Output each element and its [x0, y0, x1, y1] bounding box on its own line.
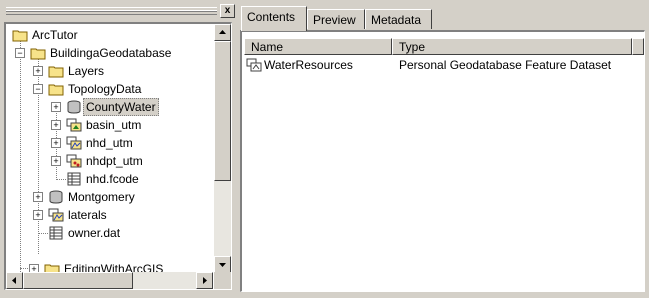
list-item[interactable]: WaterResources Personal Geodatabase Feat…: [246, 56, 641, 74]
tree-item-label: TopologyData: [68, 82, 142, 96]
catalog-tree: ArcTutor − BuildingaGeodatabase + Layers…: [4, 22, 232, 290]
expand-icon[interactable]: +: [33, 66, 43, 76]
expand-icon[interactable]: +: [51, 138, 61, 148]
expand-icon[interactable]: +: [33, 192, 43, 202]
coverage-icon: [66, 118, 82, 132]
column-header-spacer: [632, 38, 644, 55]
scroll-thumb[interactable]: [23, 272, 133, 289]
column-header-name[interactable]: Name: [244, 38, 392, 55]
personal-geodatabase-icon: [48, 190, 64, 204]
coverage-icon: [66, 136, 82, 150]
tree-item-nhdpt-utm[interactable]: + nhdpt_utm: [6, 152, 216, 170]
catalog-tree-panel: x ArcTutor − BuildingaGeodatabase + Laye…: [0, 0, 235, 298]
tree-item-arctutor[interactable]: ArcTutor: [6, 26, 216, 44]
item-name: WaterResources: [264, 58, 353, 72]
vertical-scrollbar[interactable]: [214, 24, 231, 273]
contents-list: Name Type WaterResources Personal Geodat…: [240, 30, 645, 292]
tab-metadata[interactable]: Metadata: [365, 9, 432, 29]
catalog-contents-panel: Contents Preview Metadata Name Type Wate…: [239, 0, 649, 298]
item-type: Personal Geodatabase Feature Dataset: [399, 58, 612, 72]
tree-item-topologydata[interactable]: − TopologyData: [6, 80, 216, 98]
expand-icon[interactable]: +: [51, 102, 61, 112]
feature-dataset-icon: [246, 58, 262, 72]
personal-geodatabase-icon: [66, 100, 82, 114]
tree-item-owner-dat[interactable]: owner.dat: [6, 224, 216, 242]
expand-icon[interactable]: +: [51, 156, 61, 166]
tree-item-label: nhdpt_utm: [86, 154, 143, 168]
tree-item-nhd-fcode[interactable]: nhd.fcode: [6, 170, 216, 188]
scroll-right-button[interactable]: [196, 272, 213, 289]
scrollbar-corner: [214, 272, 231, 289]
collapse-icon[interactable]: −: [15, 48, 25, 58]
folder-icon: [48, 64, 64, 78]
tree-item-label: nhd.fcode: [86, 172, 139, 186]
tree-item-label: ArcTutor: [32, 28, 78, 42]
tree-item-nhd-utm[interactable]: + nhd_utm: [6, 134, 216, 152]
coverage-icon: [66, 154, 82, 168]
panel-grip[interactable]: [6, 7, 217, 15]
scroll-left-button[interactable]: [6, 272, 23, 289]
collapse-icon[interactable]: −: [33, 84, 43, 94]
scroll-up-button[interactable]: [214, 24, 231, 41]
tree-item-label: CountyWater: [83, 98, 159, 116]
table-icon: [66, 172, 82, 186]
tree-item-countywater[interactable]: + CountyWater: [6, 98, 216, 116]
tree-item-basin-utm[interactable]: + basin_utm: [6, 116, 216, 134]
tab-preview[interactable]: Preview: [307, 9, 365, 29]
expand-icon[interactable]: +: [33, 210, 43, 220]
tree-item-label: basin_utm: [86, 118, 142, 132]
tree-item-label: owner.dat: [68, 226, 121, 240]
tree-item-label: laterals: [68, 208, 107, 222]
tree-item-label: BuildingaGeodatabase: [50, 46, 172, 60]
tree-item-montgomery[interactable]: + Montgomery: [6, 188, 216, 206]
column-header-type[interactable]: Type: [392, 38, 632, 55]
coverage-icon: [48, 208, 64, 222]
scroll-thumb[interactable]: [214, 41, 231, 181]
tab-contents[interactable]: Contents: [241, 6, 307, 31]
horizontal-scrollbar[interactable]: [6, 272, 213, 289]
tree-item-label: Montgomery: [68, 190, 135, 204]
scroll-down-button[interactable]: [214, 256, 231, 273]
table-icon: [48, 226, 64, 240]
tree-item-label: Layers: [68, 64, 105, 78]
folder-icon: [30, 46, 46, 60]
tree-item-layers[interactable]: + Layers: [6, 62, 216, 80]
tree-item-label: nhd_utm: [86, 136, 133, 150]
tree-item-buildingageodatabase[interactable]: − BuildingaGeodatabase: [6, 44, 216, 62]
close-button[interactable]: x: [220, 4, 235, 18]
expand-icon[interactable]: +: [51, 120, 61, 130]
folder-icon: [12, 28, 28, 42]
folder-icon: [48, 82, 64, 96]
tree-item-laterals[interactable]: + laterals: [6, 206, 216, 224]
